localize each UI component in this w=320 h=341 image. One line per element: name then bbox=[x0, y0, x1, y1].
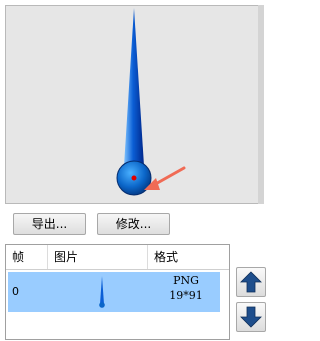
move-up-icon bbox=[240, 271, 262, 293]
needle-thumbnail bbox=[96, 276, 108, 313]
preview-canvas bbox=[5, 5, 263, 204]
list-item[interactable]: 0 PNG 19*91 bbox=[8, 272, 220, 312]
list-header: 帧 图片 格式 bbox=[6, 245, 229, 270]
column-header-image[interactable]: 图片 bbox=[48, 245, 148, 269]
move-down-icon bbox=[240, 306, 262, 328]
column-header-format[interactable]: 格式 bbox=[148, 245, 218, 269]
move-up-button[interactable] bbox=[236, 267, 266, 297]
format-type: PNG bbox=[173, 274, 199, 287]
export-button[interactable]: 导出... bbox=[13, 213, 86, 235]
needle-image bbox=[116, 8, 186, 196]
edit-button[interactable]: 修改... bbox=[97, 213, 170, 235]
pivot-dot bbox=[131, 175, 137, 181]
preview-scrollbar[interactable] bbox=[258, 5, 264, 204]
frame-list[interactable]: 帧 图片 格式 0 PNG 19*91 bbox=[5, 244, 230, 340]
format-cell: PNG 19*91 bbox=[156, 273, 216, 303]
column-header-frame[interactable]: 帧 bbox=[6, 245, 48, 269]
move-down-button[interactable] bbox=[236, 302, 266, 332]
frame-index: 0 bbox=[12, 285, 19, 298]
format-size: 19*91 bbox=[169, 289, 203, 302]
